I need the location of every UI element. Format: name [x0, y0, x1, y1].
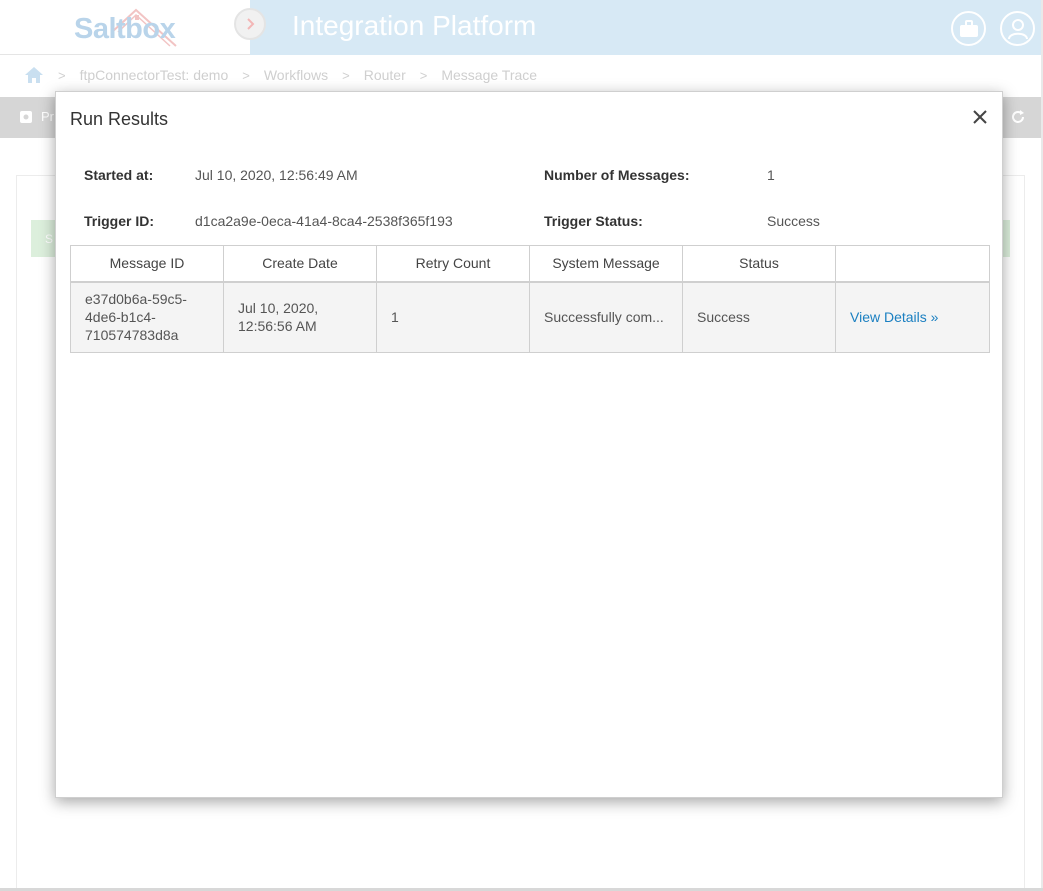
cell-actions: View Details » — [835, 281, 990, 353]
column-header-status: Status — [682, 245, 836, 283]
user-icon — [1007, 18, 1028, 39]
chevron-right-icon — [247, 18, 255, 30]
trigger-status-value: Success — [767, 213, 820, 229]
cell-system-message: Successfully com... — [529, 281, 683, 353]
table-header-row: Message ID Create Date Retry Count Syste… — [70, 245, 990, 283]
cell-create-date: Jul 10, 2020, 12:56:56 AM — [223, 281, 377, 353]
background-alert-left: S — [31, 220, 56, 257]
background-alert-text: S — [45, 232, 54, 246]
message-id-line: 4de6-b1c4- — [85, 309, 156, 326]
cell-retry-count: 1 — [376, 281, 530, 353]
table-row: e37d0b6a-59c5- 4de6-b1c4- 710574783d8a J… — [70, 281, 990, 353]
cell-status: Success — [682, 281, 836, 353]
column-header-message-id: Message ID — [70, 245, 224, 283]
page-title: Integration Platform — [292, 10, 537, 41]
breadcrumb-item-connector[interactable]: ftpConnectorTest: demo — [80, 67, 229, 83]
app-header: Saltbox Integration Platform — [0, 0, 1043, 55]
user-profile-button[interactable] — [1000, 11, 1035, 46]
gear-icon — [20, 110, 32, 123]
home-icon[interactable] — [24, 66, 44, 84]
run-results-modal: Run Results Started at: Jul 10, 2020, 12… — [55, 91, 1003, 798]
logo-area: Saltbox — [0, 0, 250, 55]
column-header-actions — [835, 245, 990, 283]
saltbox-logo: Saltbox — [74, 13, 176, 45]
trigger-status-label: Trigger Status: — [544, 213, 643, 229]
breadcrumb-item-workflows[interactable]: Workflows — [264, 67, 328, 83]
briefcase-icon — [959, 19, 978, 37]
column-header-create-date: Create Date — [223, 245, 377, 283]
breadcrumb-item-message-trace: Message Trace — [441, 67, 538, 83]
started-at-label: Started at: — [84, 167, 154, 183]
column-header-system-message: System Message — [529, 245, 683, 283]
message-id-line: e37d0b6a-59c5- — [85, 291, 187, 308]
chevron-right-icon: > — [58, 67, 66, 83]
refresh-icon[interactable] — [1010, 109, 1026, 125]
num-messages-value: 1 — [767, 167, 775, 183]
chevron-right-icon: > — [419, 67, 428, 83]
modal-title: Run Results — [70, 109, 169, 129]
cell-message-id: e37d0b6a-59c5- 4de6-b1c4- 710574783d8a — [70, 281, 224, 353]
chevron-right-icon: > — [242, 67, 250, 83]
create-date-line: 12:56:56 AM — [238, 318, 317, 335]
message-id-line: 710574783d8a — [85, 327, 179, 344]
chevron-right-icon: > — [342, 67, 350, 83]
breadcrumb: > ftpConnectorTest: demo > Workflows > R… — [24, 64, 537, 86]
close-icon[interactable] — [970, 107, 990, 127]
breadcrumb-item-router[interactable]: Router — [364, 67, 406, 83]
sidebar-toggle-button[interactable] — [234, 8, 266, 40]
create-date-line: Jul 10, 2020, — [238, 300, 319, 317]
trigger-id-label: Trigger ID: — [84, 213, 155, 229]
trigger-id-value: d1ca2a9e-0eca-41a4-8ca4-2538f365f193 — [195, 213, 453, 229]
toolbar-label: Pr — [41, 109, 54, 124]
toolbar-left[interactable]: Pr — [19, 109, 54, 124]
num-messages-label: Number of Messages: — [544, 167, 690, 183]
view-details-link[interactable]: View Details » — [850, 309, 938, 325]
briefcase-button[interactable] — [951, 11, 986, 46]
started-at-value: Jul 10, 2020, 12:56:49 AM — [195, 167, 358, 183]
column-header-retry-count: Retry Count — [376, 245, 530, 283]
messages-table: Message ID Create Date Retry Count Syste… — [70, 245, 990, 353]
